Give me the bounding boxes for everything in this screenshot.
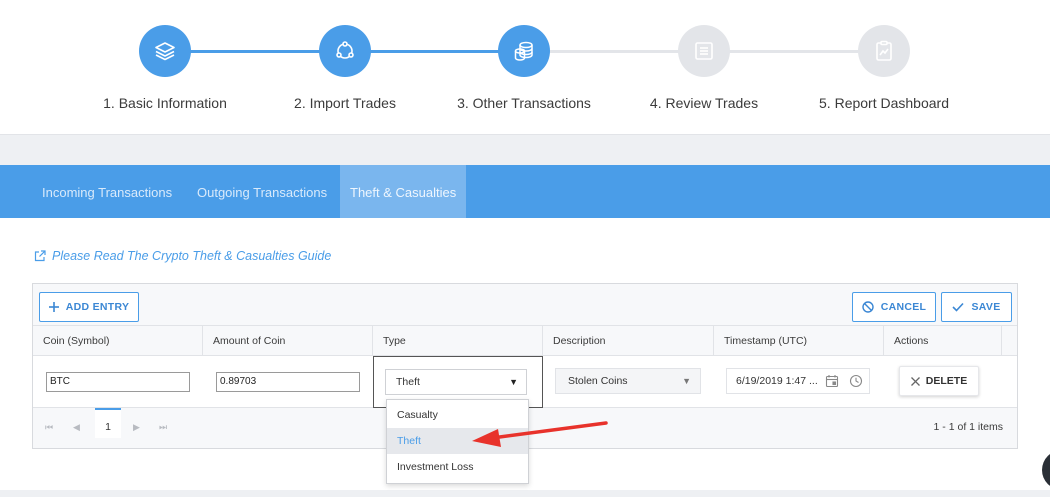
- save-button[interactable]: SAVE: [941, 292, 1012, 322]
- next-page-icon[interactable]: ▶: [133, 422, 140, 433]
- cancel-button[interactable]: CANCEL: [852, 292, 936, 322]
- coin-input[interactable]: BTC: [46, 372, 190, 392]
- step-label: 4. Review Trades: [649, 95, 759, 111]
- check-icon: [952, 302, 965, 312]
- caret-down-icon: ▼: [682, 376, 691, 386]
- type-select-value: Theft: [396, 376, 420, 388]
- column-header-timestamp[interactable]: Timestamp (UTC): [714, 326, 884, 356]
- pager-info: 1 - 1 of 1 items: [933, 421, 1003, 433]
- external-link-icon: [34, 250, 46, 262]
- plus-icon: [48, 302, 59, 312]
- add-entry-button[interactable]: ADD ENTRY: [39, 292, 139, 322]
- step-basic-information[interactable]: 1. Basic Information: [75, 25, 255, 111]
- tab-outgoing-transactions[interactable]: Outgoing Transactions: [187, 165, 337, 218]
- step-other-transactions[interactable]: 3. Other Transactions: [434, 25, 614, 111]
- save-label: SAVE: [971, 301, 1001, 313]
- grid-toolbar: ADD ENTRY CANCEL SAVE: [33, 284, 1017, 326]
- step-report-dashboard[interactable]: 5. Report Dashboard: [794, 25, 974, 111]
- timestamp-input[interactable]: 6/19/2019 1:47 ...: [726, 368, 870, 394]
- column-header-description[interactable]: Description: [543, 326, 714, 356]
- description-select[interactable]: Stolen Coins ▼: [555, 368, 701, 394]
- progress-stepper: 1. Basic Information 2. Import Trades 3.: [0, 0, 1050, 135]
- chart-doc-icon: [876, 40, 892, 61]
- guide-link-text: Please Read The Crypto Theft & Casualtie…: [52, 249, 332, 263]
- page-number[interactable]: 1: [95, 408, 121, 438]
- close-icon: [910, 376, 920, 386]
- first-page-icon[interactable]: ⏮: [45, 422, 53, 433]
- description-value: Stolen Coins: [568, 375, 628, 387]
- tab-theft-casualties[interactable]: Theft & Casualties: [340, 165, 466, 218]
- step-circle: [498, 25, 550, 77]
- list-icon: [695, 42, 713, 60]
- amount-input[interactable]: 0.89703: [216, 372, 360, 392]
- tab-incoming-transactions[interactable]: Incoming Transactions: [32, 165, 182, 218]
- step-label: 5. Report Dashboard: [819, 95, 949, 111]
- step-label: 3. Other Transactions: [457, 95, 591, 111]
- step-review-trades[interactable]: 4. Review Trades: [614, 25, 794, 111]
- caret-down-icon: ▼: [509, 377, 518, 387]
- column-header-coin[interactable]: Coin (Symbol): [33, 326, 203, 356]
- coins-icon: [514, 41, 533, 61]
- share-nodes-icon: [336, 41, 354, 59]
- step-circle: [139, 25, 191, 77]
- delete-label: DELETE: [925, 375, 968, 387]
- step-label: 2. Import Trades: [294, 95, 396, 111]
- timestamp-value: 6/19/2019 1:47 ...: [736, 375, 818, 387]
- type-select[interactable]: Theft ▼: [385, 369, 527, 395]
- add-entry-label: ADD ENTRY: [65, 301, 130, 313]
- column-header-actions: Actions: [884, 326, 1002, 356]
- step-circle: [858, 25, 910, 77]
- last-page-icon[interactable]: ⏭: [159, 422, 167, 433]
- step-label: 1. Basic Information: [103, 95, 227, 111]
- layers-icon: [155, 42, 175, 61]
- prev-page-icon[interactable]: ◀: [73, 422, 80, 433]
- guide-link[interactable]: Please Read The Crypto Theft & Casualtie…: [34, 249, 331, 263]
- column-header-amount[interactable]: Amount of Coin: [203, 326, 373, 356]
- grid-header: Coin (Symbol) Amount of Coin Type Descri…: [33, 326, 1017, 356]
- dropdown-option-investment-loss[interactable]: Investment Loss: [387, 454, 528, 480]
- column-header-type[interactable]: Type: [373, 326, 543, 356]
- delete-button[interactable]: DELETE: [899, 366, 979, 396]
- calendar-icon[interactable]: [825, 374, 839, 388]
- tab-bar: Incoming Transactions Outgoing Transacti…: [0, 165, 1050, 218]
- annotation-arrow-icon: [472, 421, 608, 447]
- cancel-label: CANCEL: [880, 301, 927, 313]
- cancel-icon: [862, 301, 874, 313]
- step-import-trades[interactable]: 2. Import Trades: [255, 25, 435, 111]
- step-circle: [319, 25, 371, 77]
- clock-icon[interactable]: [849, 374, 863, 388]
- step-circle: [678, 25, 730, 77]
